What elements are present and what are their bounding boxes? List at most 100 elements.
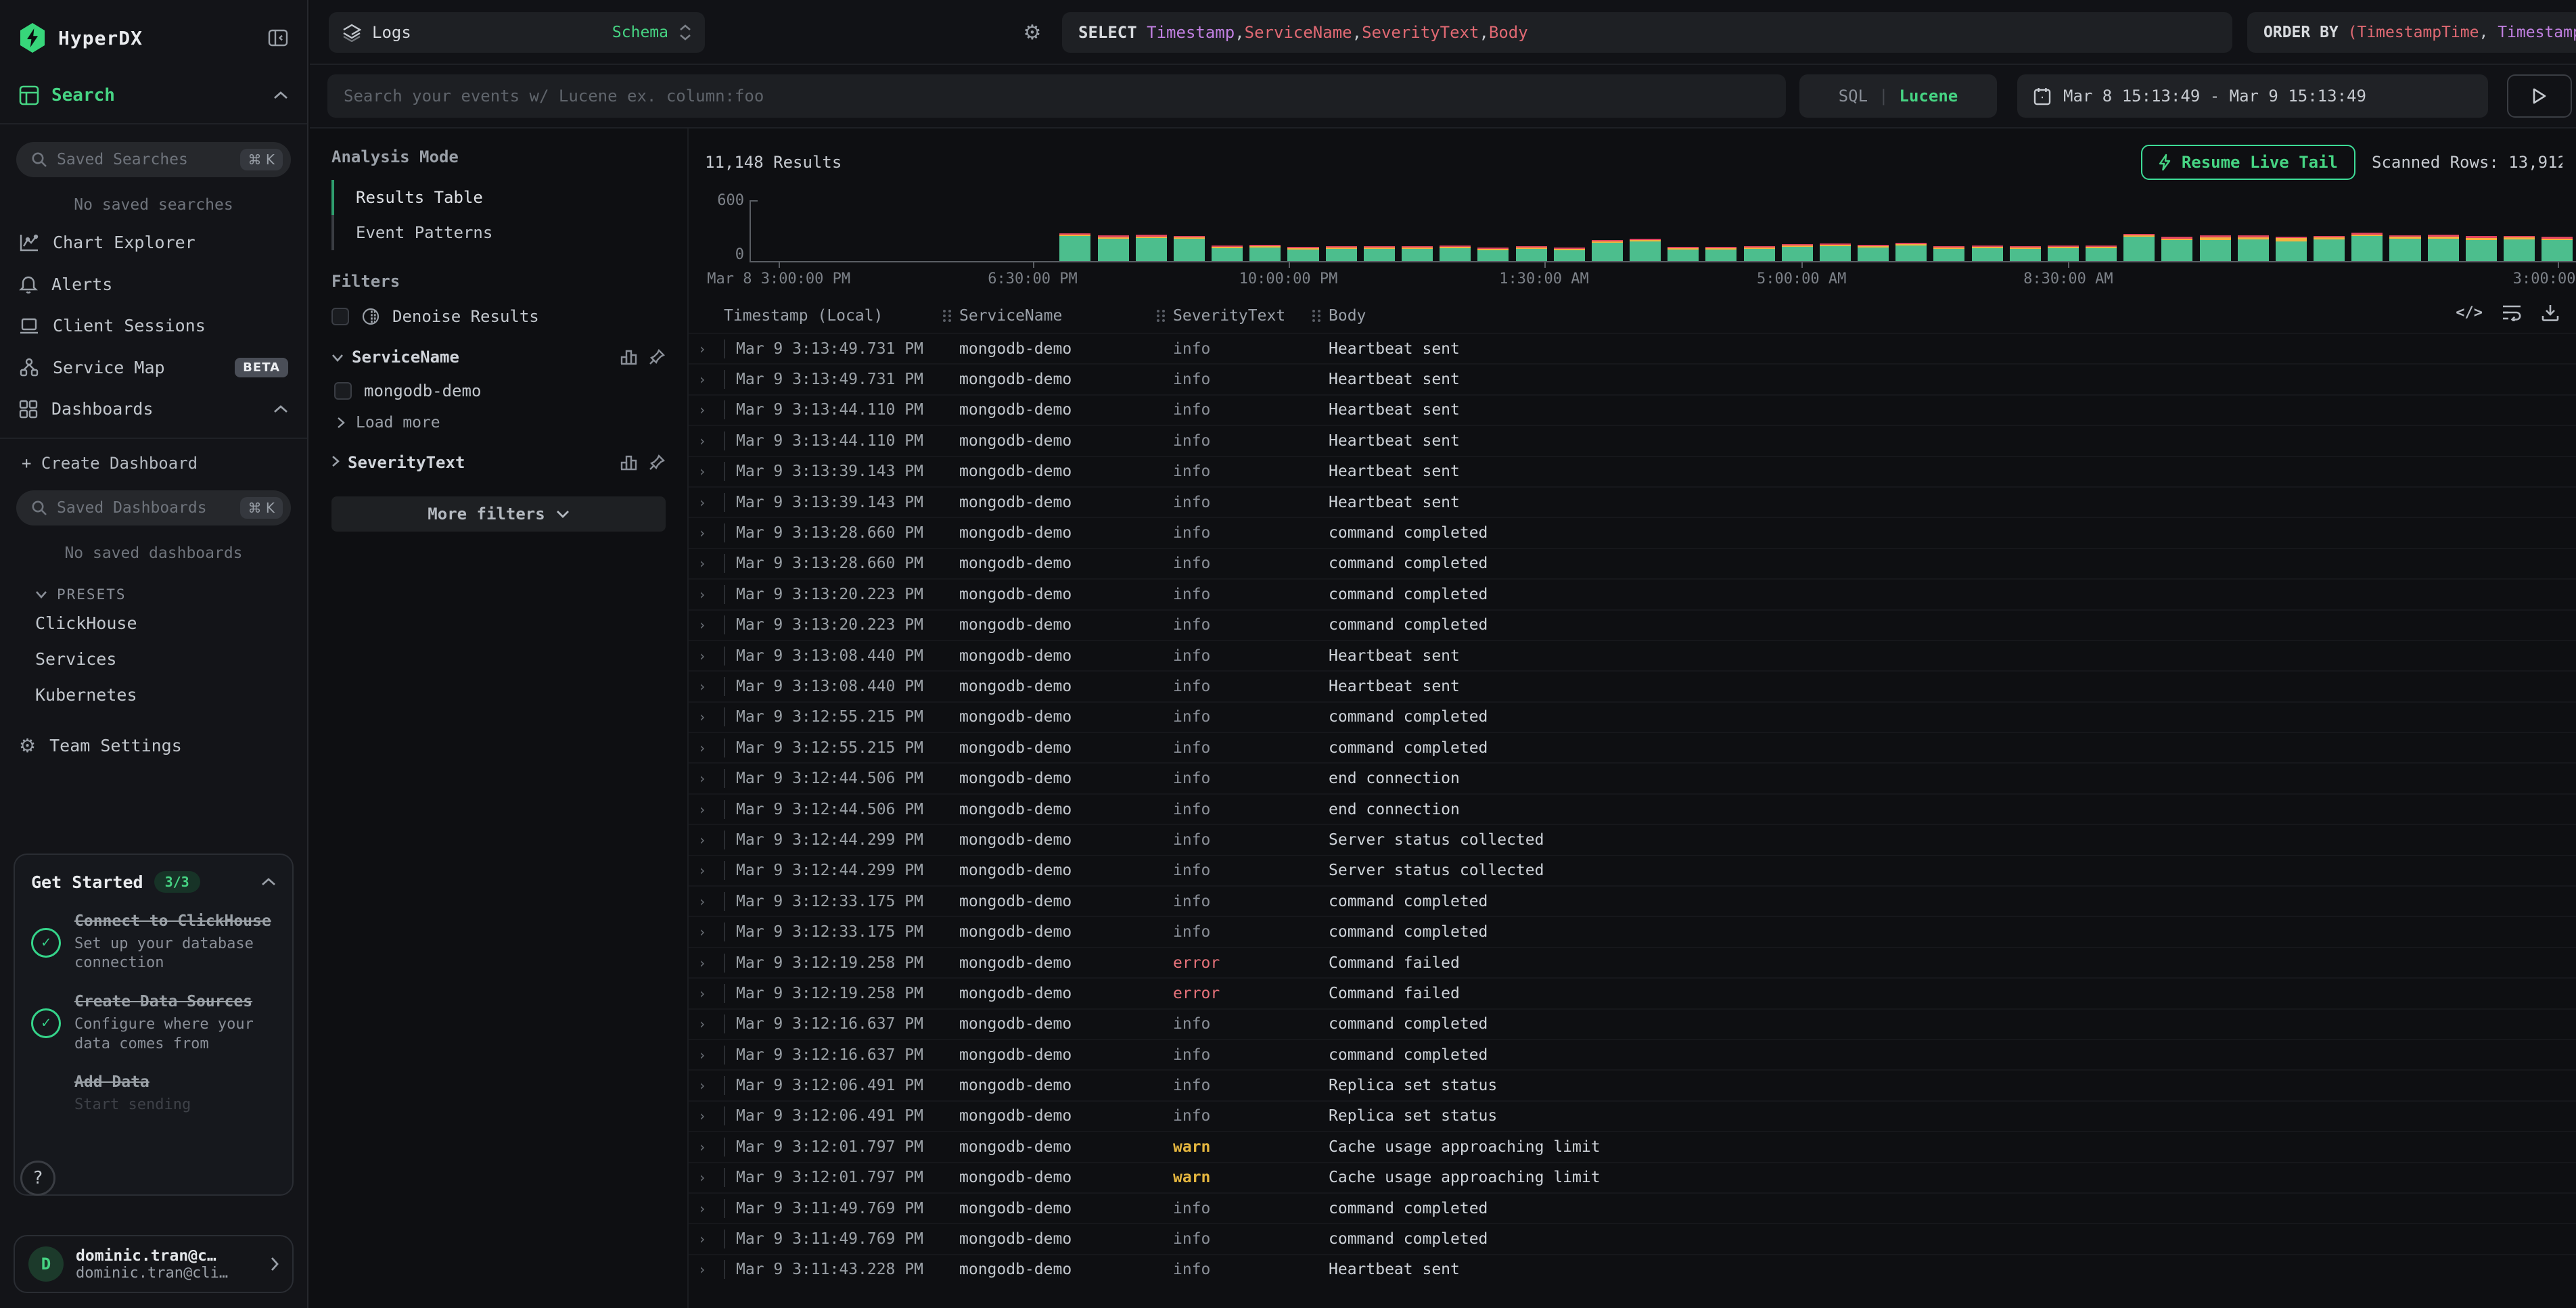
- expand-row-icon[interactable]: ›: [689, 402, 724, 418]
- table-row[interactable]: › Mar 9 3:12:06.491 PM mongodb-demo info…: [689, 1100, 2576, 1131]
- col-severitytext[interactable]: SeverityText: [1173, 307, 1329, 325]
- table-row[interactable]: › Mar 9 3:13:49.731 PM mongodb-demo info…: [689, 333, 2576, 363]
- table-row[interactable]: › Mar 9 3:13:20.223 PM mongodb-demo info…: [689, 609, 2576, 640]
- sidebar-item-alerts[interactable]: Alerts: [0, 263, 307, 305]
- expand-row-icon[interactable]: ›: [689, 893, 724, 910]
- histogram-bar[interactable]: [2196, 235, 2234, 261]
- expand-row-icon[interactable]: ›: [689, 1169, 724, 1186]
- table-row[interactable]: › Mar 9 3:12:01.797 PM mongodb-demo warn…: [689, 1131, 2576, 1161]
- table-row[interactable]: › Mar 9 3:13:28.660 PM mongodb-demo info…: [689, 517, 2576, 547]
- expand-row-icon[interactable]: ›: [689, 586, 724, 603]
- table-row[interactable]: › Mar 9 3:13:28.660 PM mongodb-demo info…: [689, 548, 2576, 578]
- source-settings-gear-icon[interactable]: ⚙: [1012, 12, 1053, 53]
- histogram-bar[interactable]: [1132, 235, 1170, 262]
- bar-chart-icon[interactable]: [620, 348, 637, 366]
- wrap-text-icon[interactable]: [2502, 304, 2522, 321]
- expand-row-icon[interactable]: ›: [689, 955, 724, 971]
- filter-group-servicename[interactable]: ServiceName: [331, 348, 666, 367]
- histogram-bar[interactable]: [1550, 248, 1588, 261]
- histogram-bar[interactable]: [1436, 246, 1474, 261]
- histogram-bar[interactable]: [1398, 246, 1436, 261]
- filter-group-severitytext[interactable]: SeverityText: [331, 453, 666, 472]
- table-row[interactable]: › Mar 9 3:11:43.228 PM mongodb-demo info…: [689, 1254, 2576, 1284]
- run-query-button[interactable]: [2507, 74, 2572, 118]
- sql-toggle[interactable]: SQL: [1839, 87, 1868, 106]
- histogram-bar[interactable]: [2348, 233, 2386, 261]
- table-row[interactable]: › Mar 9 3:12:44.506 PM mongodb-demo info…: [689, 793, 2576, 824]
- order-by-input[interactable]: ORDER BY (TimestampTime, Timestamp) DESC: [2247, 12, 2576, 53]
- table-row[interactable]: › Mar 9 3:11:49.769 PM mongodb-demo info…: [689, 1192, 2576, 1223]
- expand-row-icon[interactable]: ›: [689, 525, 724, 541]
- histogram-bar[interactable]: [1474, 248, 1512, 261]
- histogram-bar[interactable]: [1740, 246, 1778, 261]
- expand-row-icon[interactable]: ›: [689, 1139, 724, 1155]
- table-row[interactable]: › Mar 9 3:13:08.440 PM mongodb-demo info…: [689, 670, 2576, 701]
- user-menu[interactable]: D dominic.tran@c… dominic.tran@cli…: [14, 1235, 294, 1293]
- more-filters-button[interactable]: More filters: [331, 496, 666, 532]
- expand-row-icon[interactable]: ›: [689, 862, 724, 879]
- expand-row-icon[interactable]: ›: [689, 985, 724, 1002]
- select-query-input[interactable]: SELECT Timestamp,ServiceName,SeverityTex…: [1062, 12, 2232, 53]
- histogram-bar[interactable]: [2310, 236, 2348, 261]
- histogram-bar[interactable]: [1056, 233, 1094, 261]
- expand-row-icon[interactable]: ›: [689, 1077, 724, 1094]
- table-row[interactable]: › Mar 9 3:12:01.797 PM mongodb-demo warn…: [689, 1162, 2576, 1192]
- expand-row-icon[interactable]: ›: [689, 648, 724, 664]
- histogram-bar[interactable]: [1969, 246, 2006, 261]
- histogram-bar[interactable]: [2272, 237, 2310, 261]
- histogram-bar[interactable]: [2006, 246, 2044, 261]
- histogram-bar[interactable]: [1930, 246, 1968, 261]
- table-row[interactable]: › Mar 9 3:12:44.299 PM mongodb-demo info…: [689, 824, 2576, 854]
- table-row[interactable]: › Mar 9 3:12:33.175 PM mongodb-demo info…: [689, 916, 2576, 946]
- expand-row-icon[interactable]: ›: [689, 617, 724, 633]
- preset-dashboard-item[interactable]: Kubernetes: [0, 677, 307, 713]
- histogram-bar[interactable]: [1246, 245, 1284, 261]
- filter-option[interactable]: mongodb-demo: [334, 381, 666, 400]
- drag-handle-icon[interactable]: [1155, 308, 1166, 323]
- expand-row-icon[interactable]: ›: [689, 801, 724, 818]
- preset-dashboard-item[interactable]: Services: [0, 641, 307, 677]
- table-row[interactable]: › Mar 9 3:12:44.506 PM mongodb-demo info…: [689, 762, 2576, 793]
- table-row[interactable]: › Mar 9 3:13:39.143 PM mongodb-demo info…: [689, 456, 2576, 486]
- preset-dashboard-item[interactable]: ClickHouse: [0, 605, 307, 641]
- sidebar-item-client-sessions[interactable]: Client Sessions: [0, 305, 307, 346]
- resume-live-tail-button[interactable]: Resume Live Tail: [2141, 145, 2355, 180]
- table-row[interactable]: › Mar 9 3:12:44.299 PM mongodb-demo info…: [689, 855, 2576, 885]
- expand-row-icon[interactable]: ›: [689, 1261, 724, 1278]
- mode-results-table[interactable]: Results Table: [331, 180, 666, 215]
- histogram-bar[interactable]: [2044, 246, 2082, 261]
- expand-row-icon[interactable]: ›: [689, 494, 724, 511]
- filter-option-checkbox[interactable]: [334, 382, 352, 400]
- histogram-bar[interactable]: [1626, 239, 1664, 261]
- source-select[interactable]: Logs Schema: [329, 12, 705, 53]
- histogram-bar[interactable]: [2500, 236, 2538, 261]
- sidebar-item-dashboards[interactable]: Dashboards: [0, 388, 307, 429]
- table-row[interactable]: › Mar 9 3:12:16.637 PM mongodb-demo info…: [689, 1008, 2576, 1039]
- histogram-bar[interactable]: [2386, 235, 2424, 261]
- table-row[interactable]: › Mar 9 3:13:08.440 PM mongodb-demo info…: [689, 640, 2576, 670]
- table-row[interactable]: › Mar 9 3:12:19.258 PM mongodb-demo erro…: [689, 947, 2576, 977]
- collapse-sidebar-icon[interactable]: [268, 29, 288, 47]
- drag-handle-icon[interactable]: [1311, 308, 1322, 323]
- histogram-bar[interactable]: [2462, 236, 2500, 261]
- histogram-bar[interactable]: [1360, 246, 1398, 261]
- saved-dashboards-input[interactable]: Saved Dashboards ⌘ K: [16, 490, 291, 525]
- expand-row-icon[interactable]: ›: [689, 341, 724, 357]
- table-row[interactable]: › Mar 9 3:13:49.731 PM mongodb-demo info…: [689, 363, 2576, 394]
- bar-chart-icon[interactable]: [620, 454, 637, 471]
- expand-row-icon[interactable]: ›: [689, 770, 724, 787]
- expand-row-icon[interactable]: ›: [689, 678, 724, 695]
- date-range-picker[interactable]: Mar 8 15:13:49 - Mar 9 15:13:49: [2017, 74, 2488, 118]
- histogram-bar[interactable]: [2538, 237, 2576, 261]
- col-servicename[interactable]: ServiceName: [959, 307, 1173, 325]
- expand-row-icon[interactable]: ›: [689, 371, 724, 388]
- col-timestamp[interactable]: Timestamp (Local): [724, 307, 959, 325]
- histogram-bar[interactable]: [1816, 243, 1854, 262]
- denoise-results-toggle[interactable]: Denoise Results: [331, 307, 666, 326]
- col-body[interactable]: Body: [1329, 307, 2576, 325]
- expand-row-icon[interactable]: ›: [689, 555, 724, 571]
- histogram-bar[interactable]: [1095, 235, 1132, 261]
- expand-row-icon[interactable]: ›: [689, 463, 724, 480]
- histogram-bar[interactable]: [1512, 246, 1550, 261]
- histogram-bar[interactable]: [2234, 235, 2272, 261]
